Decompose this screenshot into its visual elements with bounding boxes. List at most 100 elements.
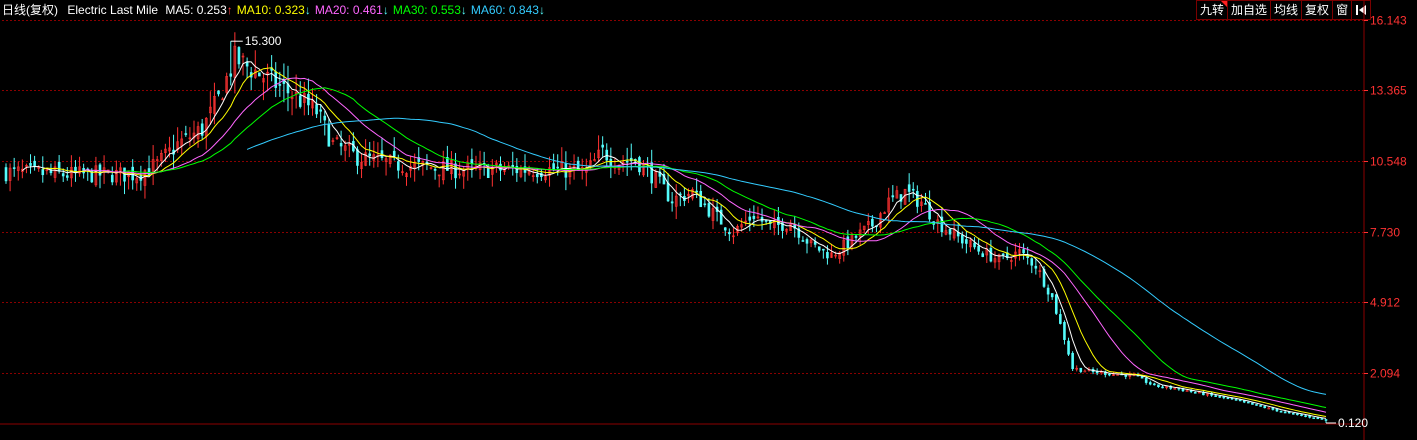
candle-body (1071, 352, 1074, 369)
candle-body (1283, 411, 1287, 414)
candle-body (1312, 417, 1316, 419)
candle-body (1304, 415, 1307, 418)
candle-body (1238, 399, 1242, 402)
ma-line (246, 117, 1327, 395)
candle-body (1030, 258, 1034, 266)
candle-body (147, 168, 151, 176)
candle-body (556, 166, 560, 169)
candle-body (278, 84, 282, 86)
candle-body (1296, 413, 1299, 416)
candle-body (1054, 294, 1058, 314)
candle-body (1320, 418, 1324, 420)
candle-body (454, 163, 457, 179)
candle-body (666, 182, 670, 202)
candle-body (1247, 401, 1250, 404)
candle-body (1161, 386, 1164, 389)
y-tick-label: 10.548 (1370, 155, 1407, 169)
candle-body (1275, 408, 1279, 412)
candle-body (229, 73, 233, 77)
candle-body (1226, 397, 1230, 400)
ma-line (83, 77, 1327, 413)
candle-body (41, 169, 45, 176)
candle-body (1034, 265, 1038, 269)
candle-body (392, 150, 396, 157)
candle-body (1185, 390, 1189, 392)
candle-body (1193, 392, 1197, 394)
candle-body (1059, 314, 1062, 324)
candle-body (625, 160, 629, 163)
candle-body (695, 190, 698, 193)
candle-body (989, 247, 993, 262)
candle-body (535, 173, 539, 178)
candle-body (1259, 405, 1262, 407)
candle-body (1255, 404, 1258, 406)
candle-body (1046, 287, 1050, 295)
candle-body (822, 248, 825, 251)
candle-body (1079, 367, 1083, 372)
candle-body (1300, 414, 1303, 417)
candle-body (977, 245, 980, 252)
candle-body (1157, 384, 1160, 388)
candle-body (764, 220, 768, 222)
candle-body (57, 161, 61, 172)
candle-body (1292, 413, 1295, 415)
candle-body (217, 90, 220, 95)
candle-body (1251, 402, 1254, 405)
candle-body (184, 133, 188, 135)
candle-body (319, 109, 322, 112)
y-tick-label: 16.143 (1370, 14, 1407, 28)
y-tick-label: 7.730 (1370, 226, 1400, 240)
candle-body (948, 228, 952, 235)
candle-body (110, 174, 114, 183)
candle-body (965, 239, 968, 244)
candle-body (846, 236, 850, 248)
candle-body (98, 164, 102, 176)
candle-body (871, 218, 874, 227)
candle-body (911, 188, 915, 191)
candle-body (960, 234, 964, 244)
candle-body (1144, 377, 1148, 383)
candle-body (907, 184, 911, 192)
candle-body (307, 93, 310, 106)
candle-body (752, 215, 756, 219)
y-tick-label: 13.365 (1370, 84, 1407, 98)
candle-body (1153, 383, 1156, 386)
candle-body (12, 167, 16, 169)
y-tick-label: 4.912 (1370, 296, 1400, 310)
candle-body (670, 201, 674, 204)
candle-body (258, 72, 261, 77)
candle-body (1083, 370, 1087, 373)
candle-body (356, 149, 359, 166)
candle-body (433, 168, 437, 171)
candle-body (397, 161, 400, 171)
candle-body (817, 246, 821, 251)
candle-body (1067, 340, 1070, 355)
candle-body (29, 163, 32, 166)
candlestick-chart[interactable]: 16.143 13.365 10.548 7.730 4.912 2.094 15.300 0… (0, 0, 1417, 440)
candle-body (368, 153, 372, 157)
ma-line (21, 61, 1327, 419)
candle-body (1050, 293, 1054, 298)
candle-body (1148, 382, 1152, 385)
candle-body (1218, 396, 1222, 398)
candle-body (748, 216, 752, 221)
candle-body (1316, 417, 1320, 420)
candle-body (237, 47, 241, 65)
candle-body (1214, 395, 1217, 397)
candle-body (638, 157, 641, 173)
ma-line (124, 87, 1327, 408)
candle-body (1263, 406, 1266, 409)
candle-body (801, 240, 805, 242)
candle-body (315, 104, 318, 115)
y-tick-label: 2.094 (1370, 367, 1400, 381)
candle-body (924, 203, 927, 205)
candle-body (552, 163, 555, 170)
candle-body (1324, 419, 1328, 421)
candle-body (1022, 249, 1025, 254)
candle-body (1279, 410, 1283, 413)
candle-body (323, 115, 327, 121)
candle-body (601, 144, 604, 148)
candle-body (723, 227, 727, 231)
candle-body (973, 242, 976, 248)
candle-body (327, 124, 331, 147)
